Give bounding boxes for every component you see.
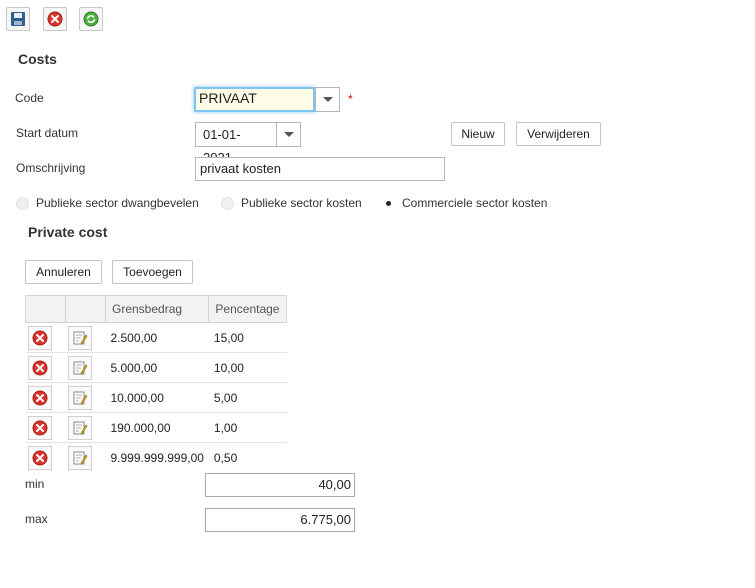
radio-publieke-kosten[interactable]: Publieke sector kosten (221, 196, 362, 210)
code-input[interactable]: PRIVAAT (194, 87, 315, 112)
description-input[interactable]: privaat kosten (195, 157, 445, 181)
required-marker: * (348, 92, 353, 106)
row-edit-button[interactable] (67, 355, 92, 380)
edit-pencil-icon (73, 421, 87, 434)
refresh-icon (83, 11, 99, 27)
column-header-delete (25, 295, 66, 323)
column-header-edit (65, 295, 106, 323)
private-cost-table: Grensbedrag Pencentage 2.500,00 15,00 5.00… (25, 295, 288, 473)
delete-cell (25, 322, 66, 353)
radio-circle[interactable] (221, 196, 234, 210)
column-header-grensbedrag[interactable]: Grensbedrag (104, 295, 210, 323)
delete-x-icon (32, 390, 47, 405)
save-floppy-icon (11, 12, 25, 26)
code-combobox[interactable]: PRIVAAT (194, 87, 340, 112)
radio-circle[interactable] (16, 196, 29, 210)
edit-cell (66, 443, 106, 473)
delete-cell (26, 443, 66, 473)
annuleren-button[interactable]: Annuleren (25, 260, 102, 284)
delete-x-icon (32, 450, 47, 466)
edit-pencil-icon (73, 391, 87, 404)
edit-cell (65, 412, 106, 443)
start-date-label: Start datum (16, 126, 79, 140)
start-date-combobox[interactable]: 01-01-2021 (195, 122, 301, 165)
radio-circle-selected[interactable] (382, 196, 395, 210)
chevron-down-icon (283, 132, 294, 137)
cancel-x-icon (47, 11, 63, 27)
radio-label: Publieke sector dwangbevelen (36, 196, 199, 210)
radio-commerciele-kosten[interactable]: Commerciele sector kosten (382, 196, 547, 210)
delete-cell (25, 352, 66, 383)
delete-cell (25, 382, 66, 413)
max-label: max (25, 512, 48, 526)
row-edit-button[interactable] (67, 325, 92, 350)
row-edit-button[interactable] (67, 385, 92, 410)
min-label: min (25, 477, 45, 491)
cancel-button[interactable] (43, 7, 67, 31)
grensbedrag-cell: 5.000,00 (105, 352, 209, 383)
delete-x-icon (32, 360, 47, 375)
edit-cell (65, 382, 106, 413)
percentage-cell: 15,00 (208, 322, 287, 353)
code-dropdown-button[interactable] (315, 88, 339, 111)
row-delete-button[interactable] (27, 355, 52, 380)
percentage-cell: 0,50 (213, 450, 238, 465)
section-title-private-cost: Private cost (28, 224, 108, 240)
table-row: 10.000,00 5,00 (25, 382, 287, 413)
row-delete-button[interactable] (27, 415, 52, 440)
table-row: 190.000,00 1,00 (25, 412, 287, 443)
toevoegen-button[interactable]: Toevoegen (112, 260, 193, 284)
percentage-cell: 10,00 (208, 352, 287, 383)
table-row: 9.999.999.999,00 0,50 (26, 443, 287, 473)
table-header-row: Grensbedrag Pencentage (25, 295, 288, 323)
max-input[interactable]: 6.775,00 (205, 508, 355, 532)
description-label: Omschrijving (16, 161, 86, 175)
radio-label: Commerciele sector kosten (402, 196, 548, 210)
new-button[interactable]: Nieuw (451, 122, 505, 146)
section-title-costs: Costs (18, 51, 57, 67)
grensbedrag-cell: 10.000,00 (105, 382, 209, 413)
min-input[interactable]: 40,00 (205, 473, 355, 497)
edit-pencil-icon (73, 331, 87, 344)
table-row: 2.500,00 15,00 (25, 322, 287, 353)
delete-button[interactable]: Verwijderen (516, 122, 601, 146)
table-row: 5.000,00 10,00 (25, 352, 287, 383)
code-label: Code (15, 91, 44, 105)
start-date-input[interactable]: 01-01-2021 (196, 123, 276, 165)
edit-cell (65, 322, 106, 353)
grensbedrag-cell: 190.000,00 (105, 412, 209, 443)
radio-publieke-dwangbevelen[interactable]: Publieke sector dwangbevelen (16, 196, 199, 210)
edit-pencil-icon (73, 361, 87, 374)
row-edit-button[interactable] (67, 415, 92, 440)
save-button[interactable] (6, 7, 30, 31)
row-delete-button[interactable] (27, 385, 52, 410)
row-delete-button[interactable] (27, 445, 52, 470)
percentage-cell: 5,00 (208, 382, 287, 413)
grensbedrag-cell: 9.999.999.999,00 (110, 450, 204, 465)
column-header-percentage[interactable]: Pencentage (208, 295, 288, 323)
edit-pencil-icon (73, 451, 87, 465)
delete-x-icon (32, 420, 47, 435)
radio-label: Publieke sector kosten (241, 196, 362, 210)
refresh-button[interactable] (79, 7, 103, 31)
edit-cell (65, 352, 106, 383)
grensbedrag-cell: 2.500,00 (105, 322, 209, 353)
row-delete-button[interactable] (27, 325, 52, 350)
chevron-down-icon (322, 97, 333, 102)
percentage-cell: 1,00 (208, 412, 287, 443)
delete-cell (25, 412, 66, 443)
start-date-dropdown-button[interactable] (276, 123, 300, 146)
delete-x-icon (32, 330, 47, 345)
row-edit-button[interactable] (67, 445, 92, 470)
